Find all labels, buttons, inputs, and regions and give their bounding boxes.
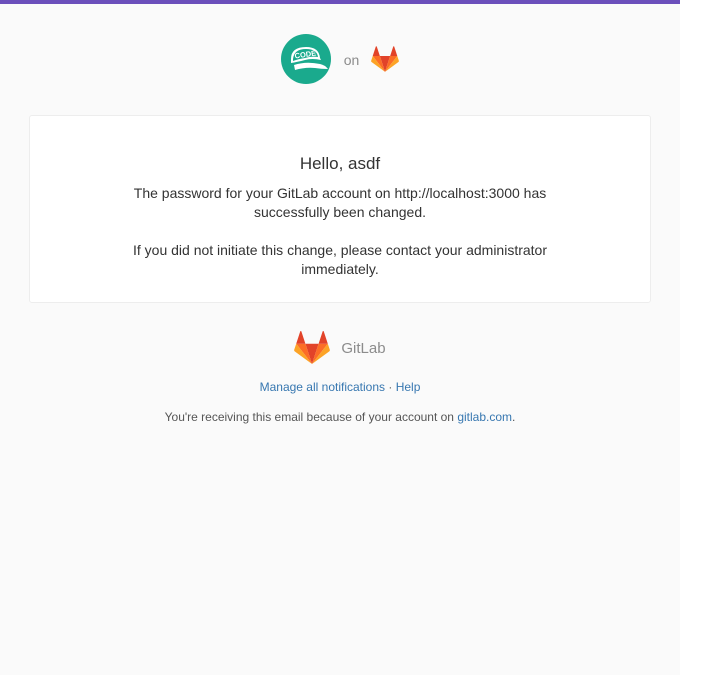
manage-notifications-link[interactable]: Manage all notifications — [260, 380, 385, 394]
gitlab-wordmark: GitLab — [341, 339, 386, 357]
email-header: CODE on — [0, 34, 680, 84]
link-separator: · — [385, 380, 396, 394]
message-card: Hello, asdf The password for your GitLab… — [29, 115, 651, 303]
help-link[interactable]: Help — [396, 380, 421, 394]
footer-note: You're receiving this email because of y… — [0, 409, 680, 425]
footer-brand: GitLab — [0, 330, 680, 364]
footer-note-text: You're receiving this email because of y… — [164, 410, 458, 424]
connector-text: on — [343, 52, 360, 68]
email-page: CODE on Hello, asdf The password for you… — [0, 0, 680, 675]
gitlab-fox-icon — [294, 330, 331, 364]
footer-note-suffix: . — [512, 410, 516, 424]
accent-top-bar — [0, 0, 680, 4]
gitlab-fox-icon — [371, 46, 400, 72]
contact-admin-message: If you did not initiate this change, ple… — [132, 242, 547, 277]
password-changed-message: The password for your GitLab account on … — [133, 185, 547, 220]
greeting-heading: Hello, asdf — [299, 154, 381, 173]
gitlab-com-link[interactable]: gitlab.com — [457, 410, 512, 424]
footer-links: Manage all notifications · Help — [0, 379, 680, 395]
code-logo-icon: CODE — [280, 34, 331, 84]
